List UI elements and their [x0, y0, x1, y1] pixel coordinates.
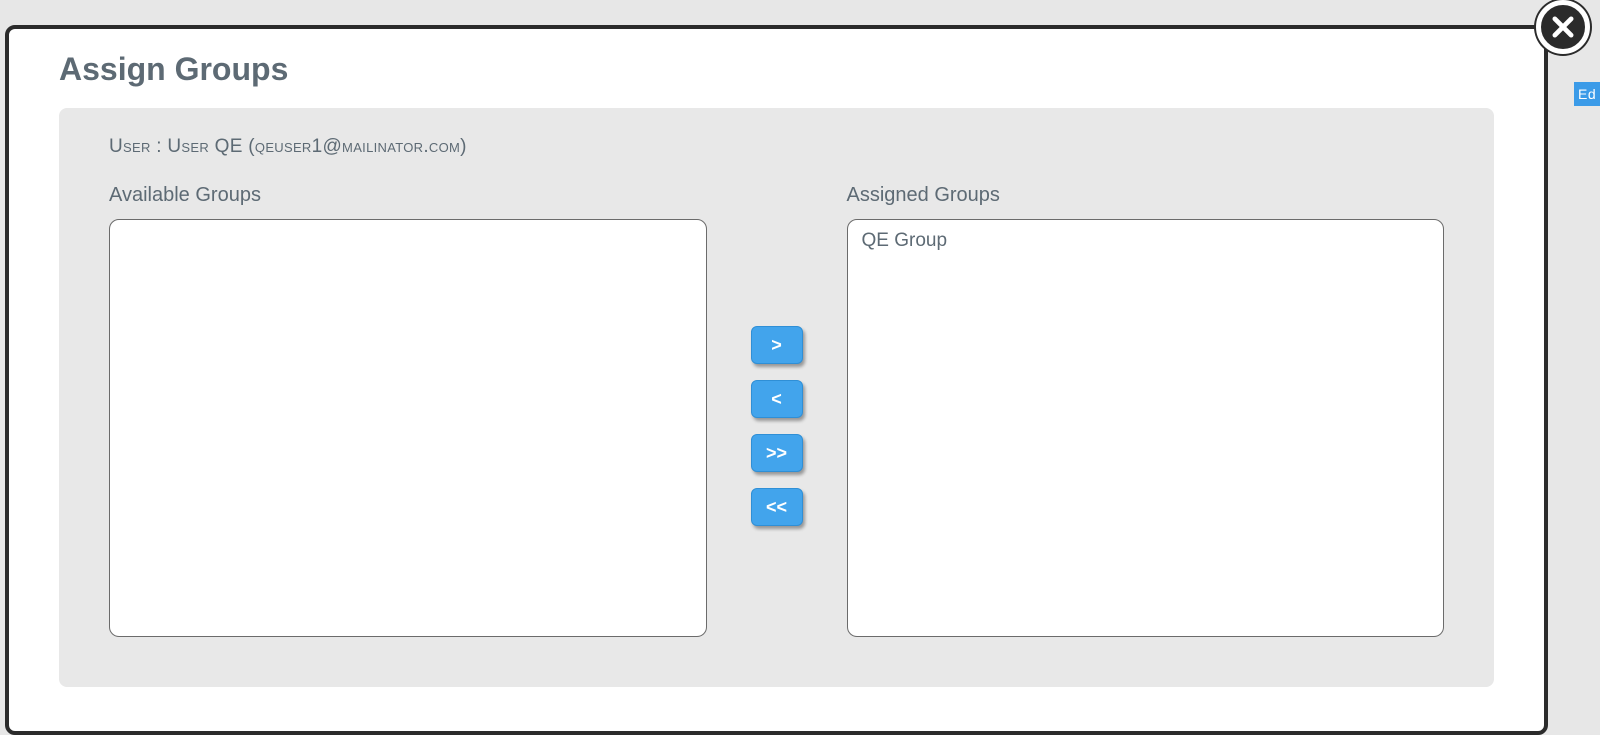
close-icon	[1549, 13, 1577, 41]
background-edit-fragment: Ed	[1574, 82, 1600, 106]
close-button[interactable]	[1536, 0, 1590, 54]
user-display-name: User QE	[167, 136, 242, 157]
available-groups-listbox[interactable]	[109, 219, 707, 637]
assigned-groups-column: Assigned Groups QE Group	[847, 184, 1445, 637]
modal-panel: User : User QE (qeuser1@mailinator.com) …	[59, 108, 1494, 687]
move-all-right-button[interactable]: >>	[751, 434, 803, 472]
user-email: qeuser1@mailinator.com	[255, 136, 460, 157]
assign-groups-modal: Assign Groups User : User QE (qeuser1@ma…	[5, 25, 1548, 735]
move-all-left-button[interactable]: <<	[751, 488, 803, 526]
modal-title: Assign Groups	[59, 51, 1494, 88]
assigned-groups-label: Assigned Groups	[847, 184, 1445, 207]
available-groups-label: Available Groups	[109, 184, 707, 207]
available-groups-column: Available Groups	[109, 184, 707, 637]
assigned-groups-listbox[interactable]: QE Group	[847, 219, 1445, 637]
user-label-prefix: User :	[109, 136, 167, 157]
user-info-line: User : User QE (qeuser1@mailinator.com)	[109, 136, 1444, 158]
list-item[interactable]: QE Group	[848, 220, 1444, 262]
dual-list-container: Available Groups > < >> << Assigned Grou…	[109, 184, 1444, 637]
move-left-button[interactable]: <	[751, 380, 803, 418]
transfer-controls: > < >> <<	[707, 184, 847, 637]
move-right-button[interactable]: >	[751, 326, 803, 364]
